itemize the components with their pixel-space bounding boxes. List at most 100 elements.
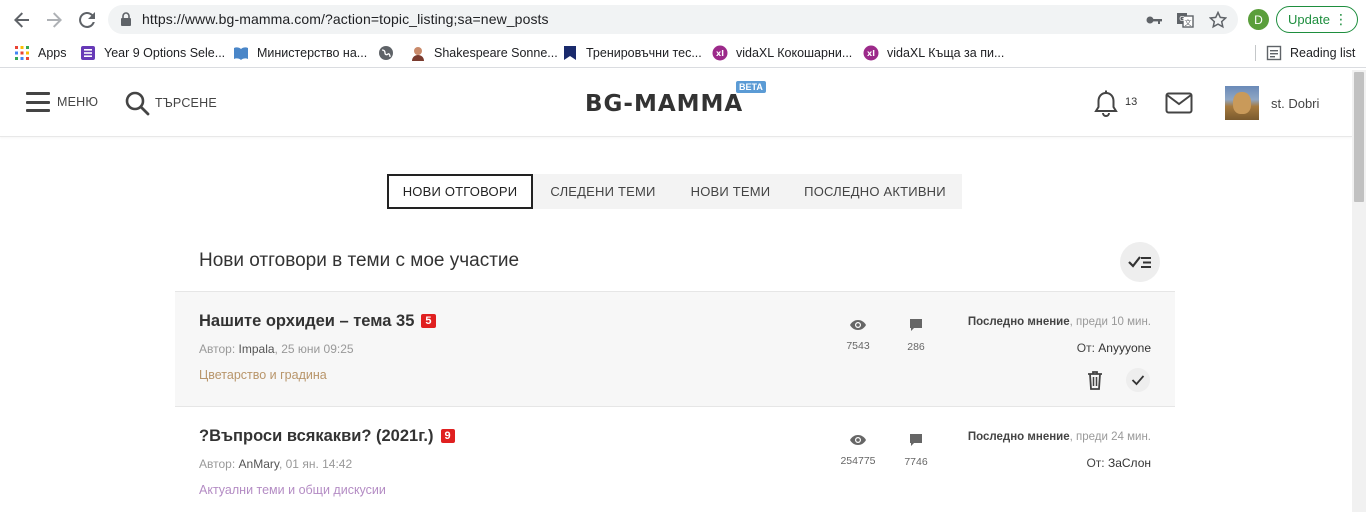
topic-date: , 01 ян. 14:42 — [278, 457, 353, 471]
views-counter: 7543 — [828, 318, 888, 352]
new-replies-badge: 5 — [421, 314, 436, 328]
mail-icon[interactable] — [1165, 92, 1193, 114]
svg-text:xl: xl — [716, 49, 724, 58]
bookmark-year9[interactable]: Year 9 Options Sele... — [80, 44, 225, 62]
search-label: ТЪРСЕНЕ — [155, 96, 217, 110]
reload-button[interactable] — [75, 8, 99, 32]
comments-counter: 286 — [896, 318, 936, 353]
trash-icon[interactable] — [1086, 370, 1104, 390]
bookmark-label: Shakespeare Sonne... — [434, 46, 558, 60]
book-icon — [234, 47, 248, 60]
bell-icon[interactable] — [1093, 90, 1119, 118]
profile-avatar[interactable]: D — [1248, 9, 1269, 30]
eye-icon — [850, 320, 866, 330]
update-label: Update — [1288, 12, 1330, 27]
author-prefix: Автор: — [199, 342, 236, 356]
reload-icon — [79, 11, 95, 28]
views-counter: 254775 — [828, 433, 888, 467]
topic-category[interactable]: Цветарство и градина — [199, 368, 327, 382]
topic-title[interactable]: ?Въпроси всякакви? (2021г.) 9 — [199, 427, 455, 446]
svg-text:文: 文 — [1185, 18, 1192, 27]
search-button[interactable]: ТЪРСЕНЕ — [124, 90, 217, 116]
topic-tabs: НОВИ ОТГОВОРИ СЛЕДЕНИ ТЕМИ НОВИ ТЕМИ ПОС… — [387, 174, 962, 209]
topic-category[interactable]: Актуални теми и общи дискусии — [199, 483, 386, 497]
notification-count: 13 — [1125, 96, 1138, 108]
bookmark-label: vidaXL Кокошарни... — [736, 46, 853, 60]
url-text: https://www.bg-mamma.com/?action=topic_l… — [142, 11, 549, 27]
last-post-user[interactable]: ЗаСлон — [1108, 456, 1151, 470]
last-by-prefix: От: — [1076, 341, 1095, 355]
tab-followed-topics[interactable]: СЛЕДЕНИ ТЕМИ — [533, 174, 673, 209]
bookmark-label: Year 9 Options Sele... — [104, 46, 226, 60]
check-icon — [1131, 375, 1145, 386]
form-icon — [81, 46, 95, 60]
bookmark-vidaxl-2[interactable]: xl vidaXL Къща за пи... — [863, 44, 1004, 62]
bookmark-shakespeare[interactable]: Shakespeare Sonne... — [410, 44, 558, 62]
bookmark-flag-icon — [564, 46, 576, 60]
browser-toolbar: https://www.bg-mamma.com/?action=topic_l… — [0, 0, 1366, 38]
bookmark-ministry[interactable]: Министерство на... — [233, 44, 367, 62]
arrow-right-icon — [47, 12, 62, 28]
globe-icon — [379, 46, 393, 60]
bookmarks-bar: Apps Year 9 Options Sele... Министерство… — [0, 38, 1366, 68]
bookmark-globe[interactable] — [378, 44, 402, 62]
last-post-label[interactable]: Последно мнение — [968, 316, 1070, 328]
reading-list-label: Reading list — [1290, 46, 1356, 60]
username[interactable]: st. Dobri — [1271, 96, 1319, 111]
menu-button[interactable]: МЕНЮ — [26, 92, 98, 112]
back-button[interactable] — [10, 8, 34, 32]
forward-button[interactable] — [42, 8, 66, 32]
search-icon — [125, 91, 150, 116]
last-post-time: , преди 10 мин. — [1069, 316, 1151, 328]
last-post-by: От: Anyyyone — [1077, 341, 1151, 355]
svg-text:G: G — [1179, 15, 1184, 23]
last-post-by: От: ЗаСлон — [1086, 456, 1151, 470]
topic-title-text[interactable]: ?Въпроси всякакви? (2021г.) — [199, 427, 434, 445]
tab-last-active[interactable]: ПОСЛЕДНО АКТИВНИ — [788, 174, 962, 209]
topic-row[interactable]: ?Въпроси всякакви? (2021г.) 9 Автор: AnMa… — [175, 406, 1175, 522]
reading-list-button[interactable]: Reading list — [1266, 44, 1355, 62]
checklist-icon — [1128, 256, 1151, 268]
star-icon[interactable] — [1209, 11, 1227, 29]
topic-title[interactable]: Нашите орхидеи – тема 35 5 — [199, 312, 436, 331]
topic-author[interactable]: Impala — [239, 342, 275, 356]
topic-date: , 25 юни 09:25 — [274, 342, 354, 356]
bookmark-label: Министерство на... — [257, 46, 368, 60]
topic-row[interactable]: Нашите орхидеи – тема 35 5 Автор: Impala,… — [175, 291, 1175, 407]
mark-read-button[interactable] — [1126, 368, 1150, 392]
topic-title-text[interactable]: Нашите орхидеи – тема 35 — [199, 312, 414, 330]
bookmark-label: vidaXL Къща за пи... — [887, 46, 1005, 60]
comments-count: 286 — [907, 341, 925, 353]
menu-label: МЕНЮ — [57, 95, 99, 109]
tab-new-replies[interactable]: НОВИ ОТГОВОРИ — [387, 174, 533, 209]
bookmarks-divider — [1255, 45, 1256, 61]
topic-author[interactable]: AnMary — [239, 457, 279, 471]
bookmark-training[interactable]: Тренировъчни тес... — [562, 44, 702, 62]
translate-icon[interactable]: 文G — [1176, 11, 1194, 29]
user-avatar[interactable] — [1225, 86, 1259, 120]
last-post-time: , преди 24 мин. — [1069, 431, 1151, 443]
update-button[interactable]: Update ⋮ — [1276, 6, 1358, 33]
bookmark-label: Apps — [38, 46, 67, 60]
key-icon[interactable] — [1145, 11, 1163, 29]
vidaxl-icon: xl — [863, 45, 879, 61]
last-post-label[interactable]: Последно мнение — [968, 431, 1070, 443]
mark-all-read-button[interactable] — [1120, 242, 1160, 282]
arrow-left-icon — [14, 12, 29, 28]
bookmark-apps[interactable]: Apps — [14, 44, 67, 62]
reading-list-icon — [1266, 45, 1282, 61]
lock-icon — [121, 12, 131, 26]
bookmark-label: Тренировъчни тес... — [586, 46, 702, 60]
scrollbar-thumb[interactable] — [1354, 72, 1364, 202]
views-count: 7543 — [846, 340, 870, 352]
last-post-info: Последно мнение, преди 24 мин. — [968, 431, 1151, 443]
tab-new-topics[interactable]: НОВИ ТЕМИ — [673, 174, 788, 209]
topic-meta: Автор: Impala, 25 юни 09:25 — [199, 342, 354, 356]
bookmark-vidaxl-1[interactable]: xl vidaXL Кокошарни... — [712, 44, 852, 62]
comment-icon — [910, 319, 922, 331]
comments-counter: 7746 — [896, 433, 936, 468]
last-post-user[interactable]: Anyyyone — [1098, 341, 1151, 355]
site-logo[interactable]: BG-MAMMA — [585, 91, 743, 117]
address-bar[interactable]: https://www.bg-mamma.com/?action=topic_l… — [108, 5, 1238, 34]
eye-icon — [850, 435, 866, 445]
